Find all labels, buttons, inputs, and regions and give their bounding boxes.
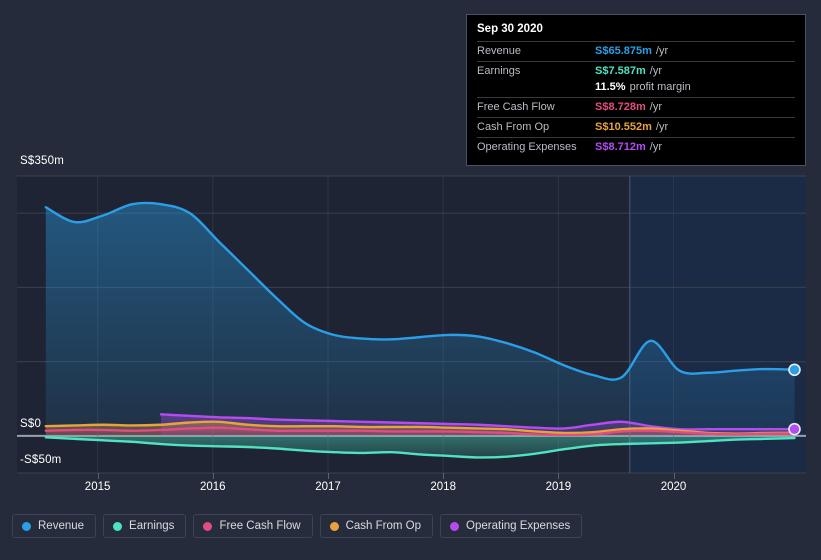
legend-color-dot-icon (113, 521, 123, 531)
tooltip-row-operating-expenses: Operating Expenses S$8.712m/yr (477, 137, 795, 157)
legend-color-dot-icon (450, 521, 460, 531)
legend-item-revenue[interactable]: Revenue (12, 514, 97, 538)
tooltip-row-value: S$7.587m (595, 65, 646, 77)
tooltip-row-profit-margin: 11.5% profit margin (477, 81, 795, 97)
x-axis-label-2016: 2016 (200, 481, 226, 493)
tooltip-date: Sep 30 2020 (477, 23, 543, 35)
tooltip-row-revenue: Revenue S$65.875m/yr (477, 41, 795, 61)
tooltip-row-value: S$8.728m (595, 101, 646, 113)
x-axis-tick-2017 (328, 473, 329, 479)
legend-color-dot-icon (329, 521, 339, 531)
legend-item-cash-from-op[interactable]: Cash From Op (319, 514, 434, 538)
legend-color-dot-icon (203, 521, 213, 531)
y-axis-label-min: -S$50m (20, 454, 62, 466)
x-axis-tick-2020 (673, 473, 675, 479)
x-axis-label-2019: 2019 (545, 481, 572, 493)
x-axis-label-2018: 2018 (430, 481, 456, 493)
tooltip-row-label: Revenue (477, 45, 522, 57)
tooltip-row-unit: /yr (655, 121, 669, 133)
tooltip-row-label: Operating Expenses (477, 141, 577, 153)
financial-performance-chart: S$350m S$0 -S$50m 2015 2016 2017 2018 2019 20… (0, 0, 821, 560)
tooltip-row-label: Cash From Op (477, 121, 550, 133)
tooltip-row-unit: /yr (649, 141, 662, 153)
legend-item-label: Revenue (38, 520, 85, 532)
x-axis-tick-2015 (97, 473, 99, 479)
x-axis-tick-2016 (212, 473, 214, 479)
tooltip-row-free-cash-flow: Free Cash Flow S$8.728m/yr (477, 97, 795, 117)
x-axis-tick-2018 (443, 473, 445, 479)
tooltip-row-label: Free Cash Flow (477, 101, 555, 113)
tooltip-row-unit: /yr (649, 101, 662, 113)
legend-item-label: Cash From Op (345, 520, 422, 532)
x-axis-label-2020: 2020 (660, 481, 687, 493)
legend-item-label: Free Cash Flow (219, 520, 301, 532)
y-axis-label-zero: S$0 (20, 418, 42, 430)
tooltip-row-label: Earnings (477, 65, 521, 77)
tooltip-row-unit: /yr (649, 65, 662, 77)
x-axis-label-2017: 2017 (315, 481, 341, 493)
legend-item-label: Operating Expenses (466, 520, 571, 532)
chart-legend[interactable]: Revenue Earnings Free Cash Flow Cash From O… (12, 514, 583, 538)
endpoint-marker-operating-expenses[interactable] (788, 422, 801, 436)
tooltip-rows: Revenue S$65.875m/yr Earnings S$7.587m/yr 11… (477, 41, 795, 157)
tooltip-row-value: 11.5% (595, 81, 626, 93)
x-axis-label-2015: 2015 (84, 481, 111, 493)
tooltip-row-unit: /yr (655, 45, 669, 57)
y-axis-label-max: S$350m (20, 155, 65, 167)
tooltip-row-unit: profit margin (629, 81, 691, 93)
legend-item-operating-expenses[interactable]: Operating Expenses (440, 514, 583, 538)
tooltip-row-value: S$8.712m (595, 141, 646, 153)
chart-tooltip: Sep 30 2020 Revenue S$65.875m/yr Earnings S… (466, 14, 806, 166)
legend-color-dot-icon (22, 521, 31, 531)
x-axis-tick-2019 (558, 473, 560, 479)
tooltip-row-cash-from-op: Cash From Op S$10.552m/yr (477, 117, 795, 137)
tooltip-row-earnings: Earnings S$7.587m/yr (477, 61, 795, 81)
legend-item-earnings[interactable]: Earnings (103, 514, 187, 538)
legend-item-free-cash-flow[interactable]: Free Cash Flow (193, 514, 313, 538)
tooltip-row-value: S$65.875m (595, 45, 652, 57)
tooltip-row-value: S$10.552m (595, 121, 652, 133)
legend-item-label: Earnings (129, 520, 175, 532)
endpoint-marker-revenue[interactable] (788, 363, 801, 377)
